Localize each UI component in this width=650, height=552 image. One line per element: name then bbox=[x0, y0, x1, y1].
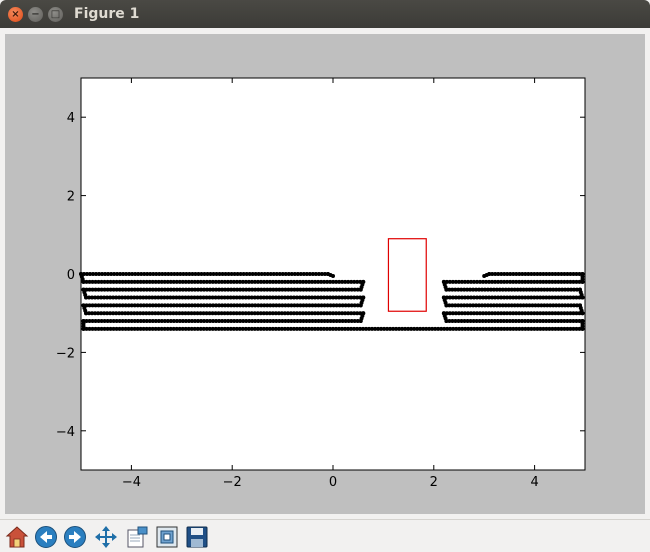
title-bar[interactable]: × − □ Figure 1 bbox=[0, 0, 650, 28]
x-tick-label: 4 bbox=[530, 475, 538, 490]
y-tick-label: −2 bbox=[56, 346, 75, 361]
zoom-edit-icon bbox=[127, 526, 148, 548]
navigation-toolbar bbox=[0, 519, 650, 552]
pan-button[interactable] bbox=[93, 524, 119, 550]
x-tick-label: −2 bbox=[223, 475, 242, 490]
figure-canvas[interactable]: −4 −2 0 2 4 4 2 0 −2 −4 bbox=[5, 34, 645, 514]
pan-move-icon bbox=[95, 526, 117, 548]
subplots-configure-icon bbox=[156, 526, 178, 548]
figure-window: × − □ Figure 1 −4 −2 0 2 4 4 2 0 −2 −4 bbox=[0, 0, 650, 552]
data-point bbox=[580, 319, 585, 324]
plot-svg[interactable]: −4 −2 0 2 4 4 2 0 −2 −4 bbox=[5, 34, 645, 514]
data-point bbox=[577, 287, 582, 292]
data-point bbox=[487, 272, 492, 276]
data-point bbox=[358, 287, 363, 292]
y-tick-label: 0 bbox=[67, 268, 75, 283]
y-tick-label: 2 bbox=[67, 190, 75, 205]
configure-button[interactable] bbox=[154, 524, 180, 550]
back-arrow-icon bbox=[35, 526, 57, 548]
forward-arrow-icon bbox=[64, 526, 86, 548]
forward-button[interactable] bbox=[62, 524, 88, 550]
data-point bbox=[577, 303, 582, 308]
back-button[interactable] bbox=[33, 524, 59, 550]
data-point bbox=[580, 272, 585, 276]
zoom-button[interactable] bbox=[124, 524, 150, 550]
data-point bbox=[331, 273, 335, 278]
x-tick-label: −4 bbox=[122, 475, 141, 490]
y-tick-label: 4 bbox=[67, 111, 75, 126]
home-icon bbox=[5, 526, 29, 548]
x-tick-label: 0 bbox=[329, 475, 337, 490]
save-floppy-icon bbox=[186, 526, 208, 548]
save-button[interactable] bbox=[184, 524, 210, 550]
data-point bbox=[358, 303, 363, 308]
x-tick-label: 2 bbox=[430, 475, 438, 490]
data-point bbox=[358, 319, 363, 324]
window-title: Figure 1 bbox=[74, 6, 140, 22]
home-button[interactable] bbox=[4, 524, 30, 550]
close-button[interactable]: × bbox=[8, 7, 23, 22]
maximize-button[interactable]: □ bbox=[48, 7, 63, 22]
minimize-button[interactable]: − bbox=[28, 7, 43, 22]
y-tick-label: −4 bbox=[56, 425, 75, 440]
canvas-frame: −4 −2 0 2 4 4 2 0 −2 −4 bbox=[0, 28, 650, 518]
